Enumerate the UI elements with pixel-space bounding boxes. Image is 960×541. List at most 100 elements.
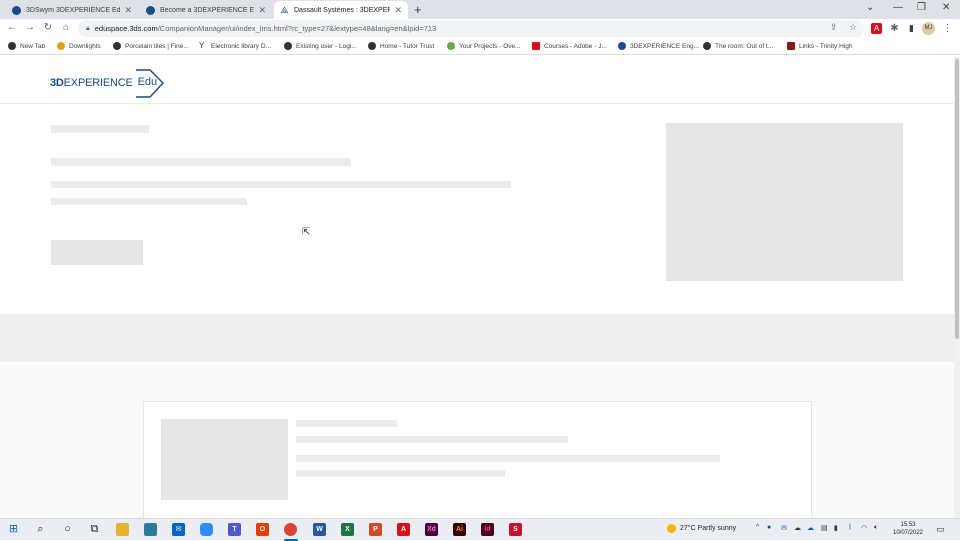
bookmark-3dexperience-eng[interactable]: 3DEXPERIENCE Eng... xyxy=(618,42,699,50)
side-panel-icon[interactable]: ▮ xyxy=(906,23,917,34)
bulb-icon xyxy=(57,42,65,50)
close-icon[interactable]: ✕ xyxy=(258,5,266,16)
notifications-icon[interactable]: ▭ xyxy=(936,524,945,535)
volume-icon[interactable]: 🔈︎ xyxy=(874,524,878,532)
bookmark-trinity-high[interactable]: Links - Trinity High xyxy=(787,42,852,50)
mail-icon[interactable]: ✉ xyxy=(172,523,185,536)
bookmark-new-tab[interactable]: New Tab xyxy=(8,42,45,50)
bookmark-adobe-courses[interactable]: Courses - Adobe - J... xyxy=(532,42,607,50)
scrollbar-thumb[interactable] xyxy=(955,59,959,339)
weather-widget[interactable]: 27°C Partly sunny xyxy=(667,524,736,533)
chrome-icon[interactable] xyxy=(284,523,297,536)
onedrive-icon[interactable]: ☁ xyxy=(807,524,814,532)
tab-title: Dassault Systèmes : 3DEXPERIEN xyxy=(294,6,391,14)
profile-avatar[interactable]: MJ xyxy=(922,22,935,35)
logo-edu-badge: Edu xyxy=(135,69,164,98)
home-icon[interactable]: ⌂ xyxy=(59,21,73,35)
tab-strip: 3DSwym 3DEXPERIENCE Edu | Sl ✕ Become a … xyxy=(0,0,960,19)
menu-icon[interactable]: ⋮ xyxy=(942,23,953,34)
partly-sunny-icon xyxy=(667,524,676,533)
task-view-icon[interactable]: ⧉ xyxy=(88,523,101,536)
leaf-icon xyxy=(447,42,455,50)
teams-icon[interactable]: T xyxy=(228,523,241,536)
skeleton-card-title xyxy=(296,420,397,427)
excel-icon[interactable]: X xyxy=(341,523,354,536)
adobe-icon xyxy=(532,42,540,50)
ds-logo-icon: ⟁ xyxy=(280,4,289,15)
tray-cloud-icon[interactable]: ☁ xyxy=(794,524,801,532)
back-icon[interactable]: ← xyxy=(5,21,19,35)
bookmark-downlights[interactable]: Downlights xyxy=(57,42,101,50)
globe-icon xyxy=(12,5,21,15)
globe-icon xyxy=(368,42,376,50)
header-divider xyxy=(0,103,954,104)
skeleton-text-line xyxy=(51,181,511,188)
new-tab-button[interactable]: + xyxy=(414,2,422,17)
xd-icon[interactable]: Xd xyxy=(425,523,438,536)
skeleton-course-card xyxy=(143,401,812,518)
zoom-icon[interactable] xyxy=(200,523,213,536)
windows-taskbar: ⊞ ⌕ ○ ⧉ ✉ T O W X P A Xd Ai Id S 27°C Pa… xyxy=(0,518,960,541)
search-icon[interactable]: ⌕ xyxy=(34,523,47,536)
acrobat-extension-icon[interactable]: A xyxy=(871,23,882,34)
taskbar-clock[interactable]: 15:53 10/07/2022 xyxy=(890,521,926,537)
word-icon[interactable]: W xyxy=(313,523,326,536)
tray-chevron-icon[interactable]: ^ xyxy=(756,524,759,531)
globe-icon xyxy=(284,42,292,50)
indesign-icon[interactable]: Id xyxy=(481,523,494,536)
reload-icon[interactable]: ↻ xyxy=(41,21,55,35)
globe-icon xyxy=(146,5,155,15)
logo-edu-text: Edu xyxy=(137,76,158,88)
office-icon[interactable]: O xyxy=(256,523,269,536)
clock-date: 10/07/2022 xyxy=(892,530,924,536)
skeleton-breadcrumb xyxy=(51,125,149,133)
tab-become-engineer[interactable]: Become a 3DEXPERIENCE Engine ✕ xyxy=(140,1,272,19)
skeleton-text-line xyxy=(51,198,247,205)
bookmark-electronic-library[interactable]: Y Electronic library D... xyxy=(199,42,271,50)
close-icon[interactable]: ✕ xyxy=(394,5,402,16)
store-icon[interactable] xyxy=(144,523,157,536)
bookmark-porcelain-tiles[interactable]: Porcelain tiles | Fine... xyxy=(113,42,189,50)
globe-icon xyxy=(8,42,16,50)
start-icon[interactable]: ⊞ xyxy=(7,523,20,536)
skeleton-hero-image xyxy=(666,123,903,281)
skeleton-card-line xyxy=(296,455,720,462)
close-window-icon[interactable]: ✕ xyxy=(942,2,950,13)
mouse-cursor-icon: ⇱ xyxy=(302,227,311,238)
close-icon[interactable]: ✕ xyxy=(124,5,132,16)
tab-3dswym[interactable]: 3DSwym 3DEXPERIENCE Edu | Sl ✕ xyxy=(6,1,138,19)
illustrator-icon[interactable]: Ai xyxy=(453,523,466,536)
star-icon[interactable]: ☆ xyxy=(849,22,857,33)
weather-temp: 27°C xyxy=(680,525,696,532)
acrobat-icon[interactable]: A xyxy=(397,523,410,536)
lock-icon: 🔒︎ xyxy=(86,24,90,32)
globe-icon xyxy=(618,42,626,50)
powerpoint-icon[interactable]: P xyxy=(369,523,382,536)
extensions-icon[interactable]: ✱ xyxy=(889,23,900,34)
address-bar[interactable]: 🔒︎ eduspace.3ds.com/CompanionManager/ui/… xyxy=(78,20,864,37)
forward-icon[interactable]: → xyxy=(23,21,37,35)
share-icon[interactable]: ⇪ xyxy=(830,22,838,33)
wifi-icon[interactable]: ◠ xyxy=(861,524,867,532)
solidworks-icon[interactable]: S xyxy=(509,523,522,536)
minimize-icon[interactable]: — xyxy=(893,2,903,13)
bookmark-existing-user[interactable]: Existing user - Logi... xyxy=(284,42,357,50)
bookmark-your-projects[interactable]: Your Projects - Ove... xyxy=(447,42,521,50)
tab-search-icon[interactable]: ⌄ xyxy=(866,2,874,13)
tray-usb-icon[interactable]: ▮ xyxy=(834,524,838,532)
skeleton-card-line xyxy=(296,436,568,443)
cortana-icon[interactable]: ○ xyxy=(61,523,74,536)
tab-dassault-systemes[interactable]: ⟁ Dassault Systèmes : 3DEXPERIEN ✕ xyxy=(274,1,408,19)
3dexperience-edu-logo[interactable]: 3DEXPERIENCE Edu xyxy=(50,69,164,98)
file-explorer-icon[interactable] xyxy=(116,523,129,536)
bookmark-the-room[interactable]: The room: Out of t... xyxy=(703,42,773,50)
tray-app-icon[interactable]: ● xyxy=(767,524,771,531)
skeleton-card-thumbnail xyxy=(161,419,288,500)
page-content: 3DEXPERIENCE Edu ⇱ xyxy=(0,57,954,518)
tray-printer-icon[interactable]: ▤ xyxy=(821,524,828,532)
restore-icon[interactable]: ❐ xyxy=(917,2,926,13)
url-path: /CompanionManager/ui/index_lms.html?rc_t… xyxy=(157,24,437,33)
bookmark-tutor-trust[interactable]: Home - Tutor Trust xyxy=(368,42,434,50)
bluetooth-icon[interactable]: ᛒ xyxy=(848,524,852,531)
tray-mail-icon[interactable]: ✉ xyxy=(781,524,787,532)
